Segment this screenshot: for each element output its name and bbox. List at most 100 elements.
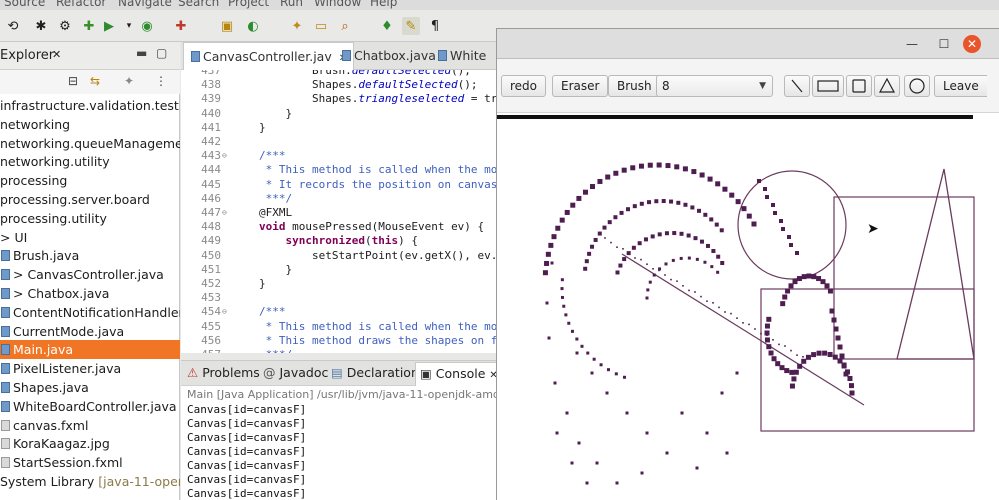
tree-item[interactable]: > Chatbox.java	[0, 284, 180, 303]
menu-item-search[interactable]: Search	[178, 0, 219, 9]
menu-item-source[interactable]: Source	[4, 0, 45, 9]
collapse-all-icon[interactable]: ⊟	[68, 74, 78, 88]
pin-icon[interactable]: ♦	[378, 17, 396, 35]
close-icon[interactable]: ✕	[52, 48, 61, 61]
tree-item[interactable]: processing.server.board	[0, 190, 180, 209]
tree-item[interactable]: > CanvasController.java	[0, 265, 180, 284]
minimize-icon[interactable]: ▬	[136, 46, 147, 60]
tree-item[interactable]: KoraKaagaz.jpg	[0, 434, 180, 453]
code-text: * This method draws the shapes on fr	[259, 333, 497, 347]
tab-console[interactable]: ▣ Console ✕	[415, 362, 503, 386]
tab-chatbox[interactable]: Chatbox.java	[335, 42, 442, 70]
new-java-project-icon[interactable]: ▣	[218, 17, 236, 35]
tree-item[interactable]: > UI	[0, 228, 180, 247]
stroke-point	[796, 276, 802, 282]
open-type-icon[interactable]: ✦	[288, 17, 306, 35]
line-number: 447	[201, 206, 221, 219]
stroke-point	[720, 261, 725, 265]
external-tools-icon[interactable]: ✚	[172, 17, 190, 35]
highlight-icon[interactable]: ✎	[402, 17, 420, 35]
tree-item[interactable]: Main.java	[0, 340, 180, 360]
stroke-point	[634, 257, 636, 259]
tree-item[interactable]: StartSession.fxml	[0, 453, 180, 472]
stroke-point	[782, 294, 788, 300]
menu-item-refactor[interactable]: Refactor	[56, 0, 106, 9]
tree-item[interactable]: processing	[0, 171, 180, 190]
tree-item-label: processing.server.board	[0, 192, 150, 207]
brush-size-select[interactable]: 8 ▼	[656, 75, 773, 97]
tree-item[interactable]: Brush.java	[0, 246, 180, 265]
tree-item[interactable]: infrastructure.validation.testing	[0, 96, 180, 115]
library-detail: [java-11-openjdk	[98, 474, 180, 489]
tree-item[interactable]: networking.queueManagement	[0, 134, 180, 153]
toolbar-debug-icon[interactable]: ✱	[32, 17, 50, 35]
tab-canvascontroller[interactable]: CanvasController.jav ✕	[183, 42, 355, 70]
toolbar-new-icon[interactable]: ✚	[80, 17, 98, 35]
tree-item[interactable]: PixelListener.java	[0, 359, 180, 378]
fold-icon[interactable]: ⊖	[222, 305, 232, 319]
tree-item[interactable]: Shapes.java	[0, 378, 180, 397]
toolbar-undo-icon[interactable]: ⟲	[4, 17, 22, 35]
square-tool-button[interactable]	[846, 75, 872, 97]
tree-item[interactable]: ContentNotificationHandler.java	[0, 303, 180, 322]
view-menu-icon[interactable]: ⋮	[155, 74, 167, 88]
tree-item[interactable]: processing.utility	[0, 209, 180, 228]
code-text: synchronized(this) {	[285, 234, 418, 248]
code-editor[interactable]: 437 Brush.defaultSelected(); 438 Shapes.d…	[181, 70, 497, 353]
stroke-point	[650, 234, 655, 239]
brush-button[interactable]: Brush	[608, 75, 661, 97]
redo-button[interactable]: redo	[501, 75, 547, 97]
close-icon[interactable]: ✕	[963, 35, 981, 53]
menu-item-window[interactable]: Window	[314, 0, 361, 9]
fold-icon[interactable]: ⊖	[222, 206, 232, 220]
drawing-canvas[interactable]: ➤	[497, 113, 999, 500]
tab-problems[interactable]: ⚠ Problems	[187, 365, 260, 380]
toolbar-gear-icon[interactable]: ⚙	[56, 17, 74, 35]
fold-icon[interactable]: ⊖	[222, 149, 232, 163]
tree-item[interactable]: CurrentMode.java	[0, 322, 180, 341]
open-folder-icon[interactable]: ▭	[312, 17, 330, 35]
tab-whiteboard[interactable]: White	[431, 42, 492, 70]
window-titlebar[interactable]: — ☐ ✕	[497, 29, 999, 59]
menu-item-navigate[interactable]: Navigate	[118, 0, 172, 9]
stroke-point	[841, 362, 847, 368]
run-icon[interactable]: ▶	[100, 17, 118, 35]
line-tool-button[interactable]	[784, 75, 810, 97]
new-class-icon[interactable]: ◐	[244, 17, 262, 35]
stroke-point	[792, 279, 798, 285]
menu-item-run[interactable]: Run	[280, 0, 303, 9]
leave-button[interactable]: Leave	[934, 75, 987, 97]
canvas-top-border	[497, 115, 973, 119]
run-dropdown-icon[interactable]: ▾	[120, 17, 138, 35]
tree-item[interactable]: canvas.fxml	[0, 416, 180, 435]
tab-declaration[interactable]: ▤ Declaration	[331, 365, 419, 380]
maximize-icon[interactable]: ☐	[935, 35, 953, 53]
tab-javadoc[interactable]: @ Javadoc	[263, 365, 328, 380]
rectangle-tool-button[interactable]	[812, 75, 844, 97]
eraser-button[interactable]: Eraser	[552, 75, 609, 97]
maximize-icon[interactable]: ▢	[156, 46, 167, 60]
tree-item[interactable]: networking	[0, 115, 180, 134]
stroke-point	[570, 329, 574, 333]
menu-item-help[interactable]: Help	[370, 0, 397, 9]
tree-item-library[interactable]: System Library [java-11-openjdk	[0, 472, 180, 491]
triangle-tool-button[interactable]	[874, 75, 900, 97]
stroke-point	[754, 328, 756, 330]
toggle-icon[interactable]: ¶	[426, 17, 444, 35]
circle-tool-button[interactable]	[904, 75, 930, 97]
tree-item[interactable]: WhiteBoardController.java	[0, 397, 180, 416]
tree-item-label: > Chatbox.java	[13, 286, 110, 301]
minimize-icon[interactable]: —	[903, 35, 921, 53]
run-config-icon[interactable]: ◉	[138, 17, 156, 35]
stroke-point	[682, 285, 684, 287]
link-editor-icon[interactable]: ⇆	[90, 74, 100, 88]
filter-icon[interactable]: ✦	[124, 74, 134, 88]
menu-item-project[interactable]: Project	[228, 0, 269, 9]
tree-item[interactable]: networking.utility	[0, 152, 180, 171]
stroke-point	[687, 256, 691, 260]
drawn-line	[621, 253, 865, 406]
code-line: 456 * This method draws the shapes on fr	[181, 334, 497, 348]
search-icon[interactable]: ⌕	[336, 17, 354, 35]
stroke-point	[616, 246, 618, 248]
console-output[interactable]: Main [Java Application] /usr/lib/jvm/jav…	[181, 386, 500, 500]
